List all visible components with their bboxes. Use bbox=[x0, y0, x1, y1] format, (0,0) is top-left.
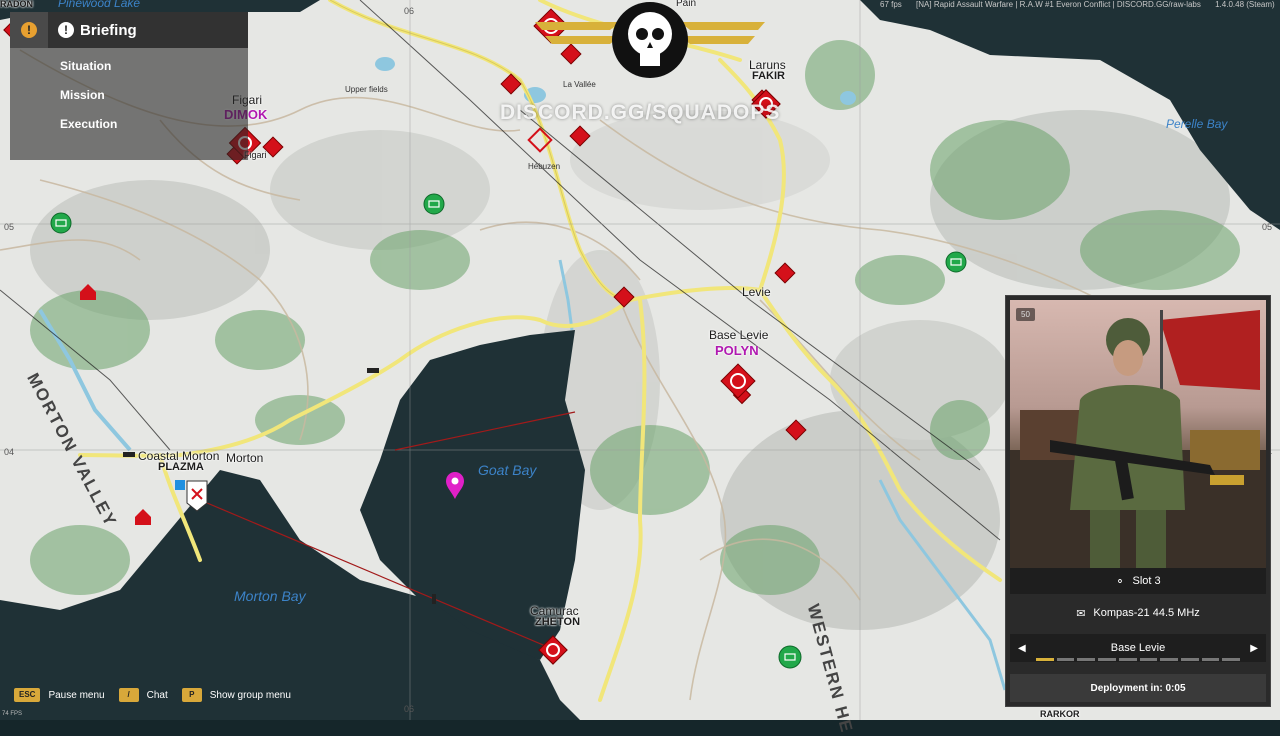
hint-group[interactable]: P Show group menu bbox=[181, 688, 291, 702]
progress-segment bbox=[1118, 658, 1137, 661]
grid-label: 06 bbox=[404, 6, 415, 16]
bridge bbox=[123, 452, 135, 457]
map-label: POLYN bbox=[715, 343, 759, 358]
alert-icon: ! bbox=[21, 22, 37, 38]
map-label: RADON bbox=[0, 0, 33, 9]
map-label: Perelle Bay bbox=[1166, 117, 1228, 131]
grid-label: 04 bbox=[4, 447, 15, 457]
key-esc: ESC bbox=[14, 688, 41, 702]
briefing-item-execution[interactable]: Execution bbox=[48, 110, 248, 139]
briefing-item-mission[interactable]: Mission bbox=[48, 81, 248, 110]
soldier-illustration bbox=[1010, 310, 1266, 568]
slot-icon: ⚬ bbox=[1115, 575, 1125, 588]
map-label: Pain bbox=[676, 0, 697, 9]
fps-overlay: 74 FPS bbox=[2, 711, 23, 717]
progress-segment bbox=[1077, 658, 1096, 661]
briefing-tab[interactable]: ! bbox=[10, 12, 48, 48]
map-label: Upper fields bbox=[345, 85, 388, 94]
grid-label: 05 bbox=[4, 222, 15, 232]
progress-segment bbox=[1201, 658, 1220, 661]
map-label: Morton Bay bbox=[234, 588, 306, 604]
briefing-header[interactable]: ! ! Briefing bbox=[10, 12, 248, 48]
map-label: Levie bbox=[742, 285, 771, 299]
progress-segment bbox=[1139, 658, 1158, 661]
game-version: 1.4.0.48 (Steam) bbox=[1215, 0, 1275, 9]
radio-frequency[interactable]: ✉ Kompas-21 44.5 MHz bbox=[1010, 600, 1266, 626]
hint-chat[interactable]: / Chat bbox=[118, 688, 168, 702]
deploy-timer[interactable]: Deployment in: 0:05 bbox=[1010, 674, 1266, 702]
progress-segment bbox=[1160, 658, 1178, 661]
map-label: La Vallée bbox=[563, 80, 596, 89]
briefing-panel: ! ! Briefing Situation Mission Execution bbox=[10, 12, 248, 160]
envelope-icon: ✉ bbox=[1076, 607, 1086, 620]
hint-label: Show group menu bbox=[209, 689, 291, 701]
watermark: DISCORD.GG/SQUADOPS bbox=[500, 101, 781, 124]
prev-spawn-arrow-icon[interactable]: ◀ bbox=[1018, 643, 1026, 654]
spawn-label: Base Levie bbox=[1110, 642, 1166, 654]
lighthouse bbox=[432, 594, 436, 604]
briefing-item-situation[interactable]: Situation bbox=[48, 52, 248, 81]
map-label: PLAZMA bbox=[158, 461, 204, 473]
spawn-progress bbox=[1036, 658, 1241, 661]
progress-segment bbox=[1222, 658, 1241, 661]
bridge bbox=[367, 368, 379, 373]
status-bar: 67 fps [NA] Rapid Assault Warfare | R.A.… bbox=[880, 0, 1280, 12]
hint-label: Chat bbox=[146, 689, 168, 701]
map-label: Pinewood Lake bbox=[58, 0, 141, 10]
progress-segment bbox=[1056, 658, 1075, 661]
map-label: Goat Bay bbox=[478, 462, 537, 478]
progress-segment bbox=[1098, 658, 1116, 661]
slot-label: Slot 3 bbox=[1132, 575, 1161, 587]
progress-segment bbox=[1036, 658, 1054, 661]
grid-label: 05 bbox=[1262, 222, 1273, 232]
info-icon: ! bbox=[58, 22, 74, 38]
ammo-count: 50 bbox=[1016, 308, 1035, 321]
lake bbox=[375, 57, 395, 71]
grid-label: 06 bbox=[404, 704, 415, 714]
key-p: P bbox=[181, 688, 202, 702]
map-label: Hébuzen bbox=[528, 162, 561, 171]
progress-segment bbox=[1180, 658, 1199, 661]
fps-counter: 67 fps bbox=[880, 0, 902, 9]
map-label: Morton bbox=[226, 451, 264, 465]
hint-label: Pause menu bbox=[48, 689, 105, 701]
radio-label: Kompas-21 44.5 MHz bbox=[1093, 607, 1200, 619]
loadout-portrait: 50 bbox=[1010, 300, 1266, 568]
lake bbox=[840, 91, 856, 105]
briefing-sidebar bbox=[10, 48, 48, 160]
map-label: FAKIR bbox=[752, 70, 785, 82]
briefing-title: Briefing bbox=[80, 21, 137, 39]
server-name: [NA] Rapid Assault Warfare | R.A.W #1 Ev… bbox=[916, 0, 1201, 9]
slot-selector[interactable]: ⚬ Slot 3 bbox=[1010, 568, 1266, 594]
player-marker bbox=[175, 480, 185, 490]
map-label: RARKOR bbox=[1040, 709, 1080, 719]
next-spawn-arrow-icon[interactable]: ▶ bbox=[1250, 643, 1258, 654]
map-label: Base Levie bbox=[709, 328, 769, 342]
hint-pause[interactable]: ESC Pause menu bbox=[14, 688, 105, 702]
deployment-panel: 50 ⚬ Slot 3 ✉ Kompas-21 44.5 MHz ◀ Base … bbox=[1005, 295, 1271, 707]
key-hints: ESC Pause menu / Chat P Show group menu bbox=[14, 688, 291, 702]
map-label: ZHETON bbox=[535, 616, 581, 628]
key-slash: / bbox=[118, 688, 139, 702]
